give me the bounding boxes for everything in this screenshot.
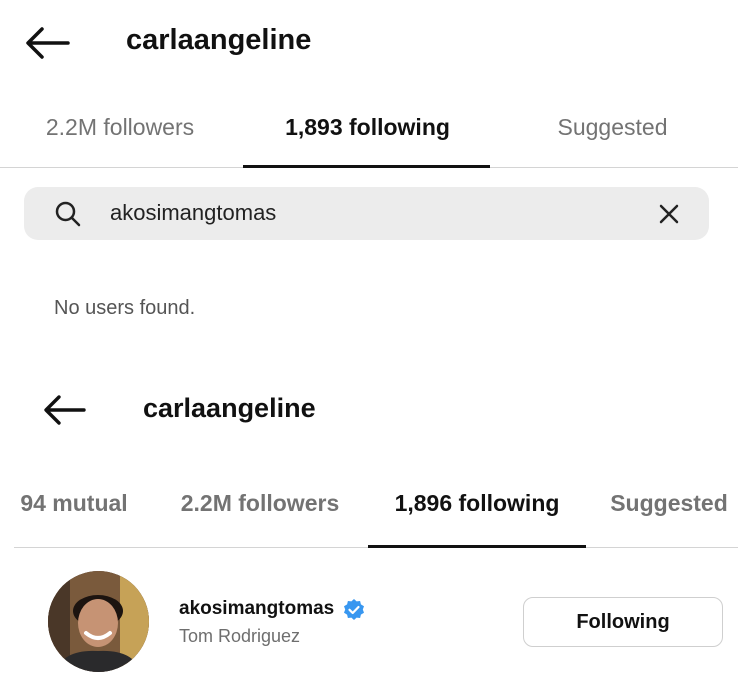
profile-title: carlaangeline [143,393,316,423]
no-results-message: No users found. [54,297,196,319]
username[interactable]: akosimangtomas [179,598,334,620]
tab-following[interactable]: 1,896 following [368,490,586,517]
search-input[interactable]: akosimangtomas [110,200,276,226]
tab-mutual[interactable]: 94 mutual [0,490,148,517]
tab-following[interactable]: 1,893 following [245,114,490,141]
search-icon [54,200,82,228]
following-button[interactable]: Following [523,597,723,647]
tab-followers[interactable]: 2.2M followers [160,490,360,517]
tab-suggested[interactable]: Suggested [490,114,735,141]
verified-badge-icon [342,598,366,622]
tab-followers[interactable]: 2.2M followers [0,114,240,141]
active-tab-indicator [368,545,586,548]
tab-suggested[interactable]: Suggested [600,490,738,517]
profile-title: carlaangeline [126,24,312,56]
full-name: Tom Rodriguez [179,626,301,646]
back-arrow-icon[interactable] [24,26,70,60]
back-arrow-icon[interactable] [42,394,86,426]
avatar[interactable] [48,571,149,672]
active-tab-indicator [243,165,490,168]
search-bar[interactable]: akosimangtomas [24,187,709,240]
clear-search-icon[interactable] [657,202,681,226]
